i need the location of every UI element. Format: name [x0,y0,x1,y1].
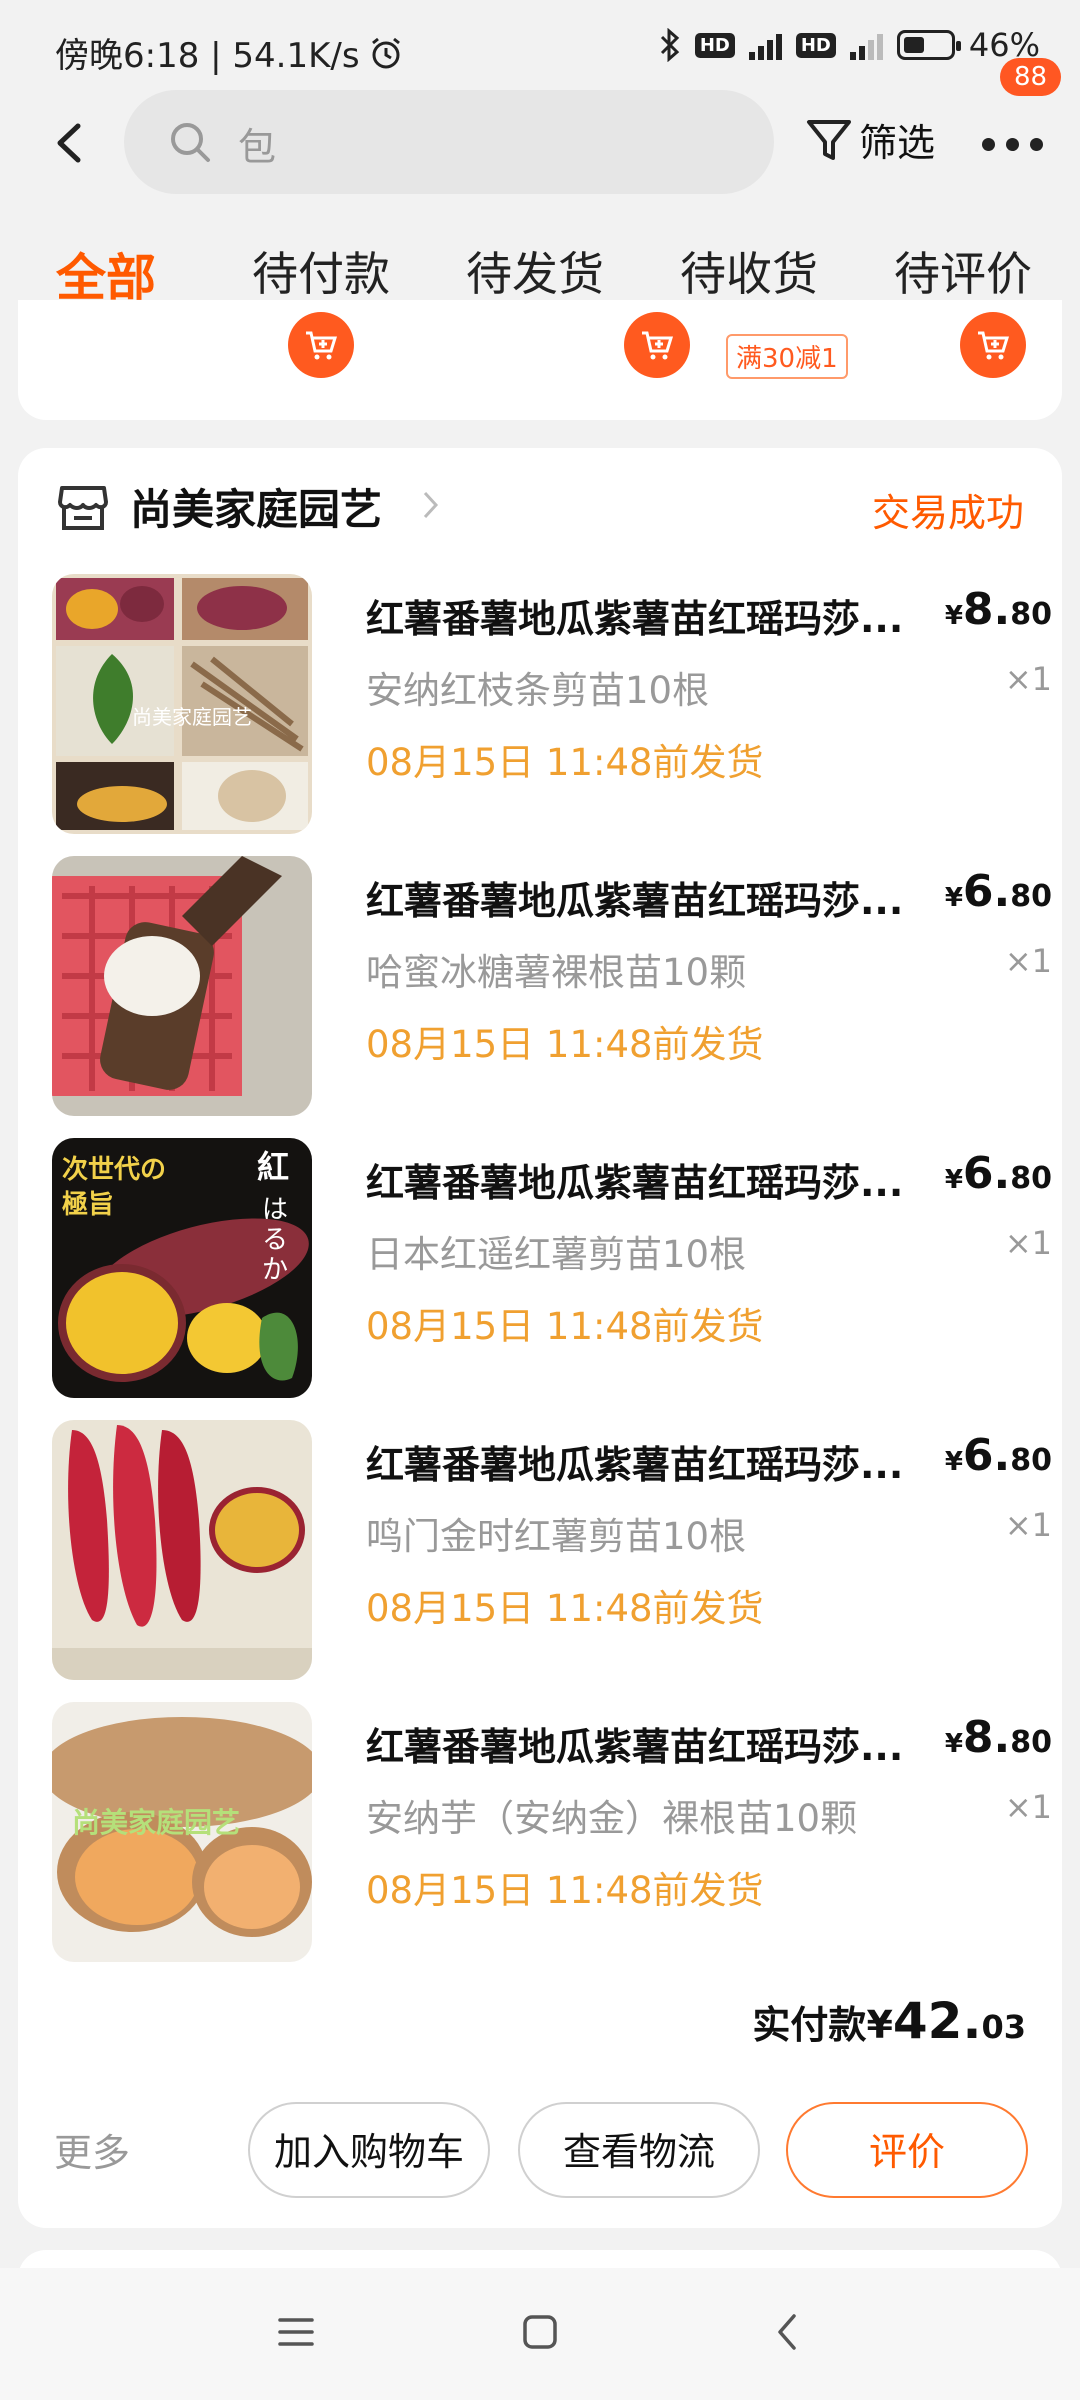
system-nav-bar [0,2268,1080,2400]
item-quantity: ×1 [1004,1788,1052,1826]
filter-icon [807,119,851,160]
shop-name[interactable]: 尚美家庭园艺 [130,476,382,537]
previous-order-card: 满30减1 [18,300,1062,420]
tab-pending-receipt[interactable]: 待收货 [680,238,818,304]
battery-icon [896,30,961,60]
search-header: 筛选 [0,88,1080,198]
item-price: ¥6.80 [944,1430,1052,1481]
bluetooth-icon [660,28,680,62]
tab-pending-shipment[interactable]: 待发货 [466,238,604,304]
item-price: ¥6.80 [944,1148,1052,1199]
more-menu-icon[interactable] [982,128,1044,158]
order-status: 交易成功 [871,491,1024,535]
svg-text:か: か [262,1255,288,1285]
add-to-cart-button[interactable]: 加入购物车 [248,2102,490,2198]
search-box[interactable] [124,90,774,194]
item-spec: 日本红遥红薯剪苗10根 [366,1233,747,1276]
product-image[interactable]: 次世代の 極旨 紅 は る か [52,1138,312,1398]
product-image[interactable]: 尚美家庭园艺 [52,1702,312,1962]
item-quantity: ×1 [1004,1506,1052,1544]
review-button[interactable]: 评价 [786,2102,1028,2198]
order-item[interactable]: 尚美家庭园艺 红薯番薯地瓜紫薯苗红瑶玛莎... 安纳红枝条剪苗10根 08月15… [52,574,1052,836]
status-time: 傍晚6:18 | 54.1K/s [55,36,360,76]
signal-icon [748,30,782,60]
svg-text:次世代の: 次世代の [62,1155,166,1185]
item-price: ¥8.80 [944,1712,1052,1763]
item-quantity: ×1 [1004,660,1052,698]
tab-pending-payment[interactable]: 待付款 [252,238,390,304]
alarm-icon [371,37,400,68]
item-title: 红薯番薯地瓜紫薯苗红瑶玛莎... [366,597,904,641]
svg-text:は: は [262,1195,288,1225]
item-spec: 鸣门金时红薯剪苗10根 [366,1515,747,1558]
item-title: 红薯番薯地瓜紫薯苗红瑶玛莎... [366,1443,904,1487]
filter-button[interactable]: 筛选 [805,112,935,167]
item-spec: 哈蜜冰糖薯裸根苗10颗 [366,951,747,994]
home-icon[interactable] [520,2312,560,2352]
chevron-right-icon[interactable] [420,488,442,522]
order-total: 实付款¥42.03 [752,1992,1026,2050]
total-label: 实付款 [752,2003,867,2047]
product-image[interactable] [52,1420,312,1680]
item-spec: 安纳红枝条剪苗10根 [366,669,710,712]
order-item[interactable]: 红薯番薯地瓜紫薯苗红瑶玛莎... 哈蜜冰糖薯裸根苗10颗 08月15日 11:4… [52,856,1052,1118]
svg-text:る: る [262,1225,288,1255]
tab-pending-review[interactable]: 待评价 [894,238,1032,304]
item-quantity: ×1 [1004,942,1052,980]
svg-text:尚美家庭园艺: 尚美家庭园艺 [132,705,252,729]
more-actions-link[interactable]: 更多 [54,2122,130,2177]
back-icon[interactable] [48,118,94,168]
svg-text:尚美家庭园艺: 尚美家庭园艺 [72,1806,240,1839]
item-spec: 安纳芋（安纳金）裸根苗10颗 [366,1797,858,1840]
item-ship-time: 08月15日 11:48前发货 [366,1587,764,1630]
product-image[interactable] [52,856,312,1116]
hd-badge-2: HD [795,32,836,58]
item-ship-time: 08月15日 11:48前发货 [366,1869,764,1912]
item-title: 红薯番薯地瓜紫薯苗红瑶玛莎... [366,1161,904,1205]
svg-text:紅: 紅 [257,1148,289,1186]
view-logistics-button[interactable]: 查看物流 [518,2102,760,2198]
add-to-cart-icon[interactable] [288,312,354,378]
item-title: 红薯番薯地瓜紫薯苗红瑶玛莎... [366,1725,904,1769]
search-icon [171,123,210,162]
item-quantity: ×1 [1004,1224,1052,1262]
order-item[interactable]: 红薯番薯地瓜紫薯苗红瑶玛莎... 鸣门金时红薯剪苗10根 08月15日 11:4… [52,1420,1052,1682]
item-ship-time: 08月15日 11:48前发货 [366,1305,764,1348]
hd-badge: HD [694,32,735,58]
item-price: ¥6.80 [944,866,1052,917]
order-card[interactable]: 尚美家庭园艺 交易成功 尚美家庭园艺 红薯番薯地瓜紫薯苗红瑶玛莎... 安纳红枝… [18,448,1062,2228]
menu-icon[interactable] [276,2312,316,2352]
order-item[interactable]: 次世代の 極旨 紅 は る か 红薯番薯地瓜紫薯苗红瑶玛莎... 日本红遥红薯剪… [52,1138,1052,1400]
shop-icon [58,486,108,530]
svg-text:極旨: 極旨 [62,1190,114,1220]
signal-icon-2 [849,30,883,60]
status-bar: 傍晚6:18 | 54.1K/s HD HD 46% [0,0,1080,100]
order-item[interactable]: 尚美家庭园艺 红薯番薯地瓜紫薯苗红瑶玛莎... 安纳芋（安纳金）裸根苗10颗 0… [52,1702,1052,1964]
promo-tag: 满30减1 [726,334,848,379]
item-ship-time: 08月15日 11:48前发货 [366,741,764,784]
item-title: 红薯番薯地瓜紫薯苗红瑶玛莎... [366,879,904,923]
back-nav-icon[interactable] [768,2312,808,2352]
search-input[interactable] [236,112,740,174]
filter-label: 筛选 [859,121,936,165]
message-count-badge: 88 [1000,58,1062,96]
item-ship-time: 08月15日 11:48前发货 [366,1023,764,1066]
product-image[interactable]: 尚美家庭园艺 [52,574,312,834]
add-to-cart-icon[interactable] [960,312,1026,378]
item-price: ¥8.80 [944,584,1052,635]
add-to-cart-icon[interactable] [624,312,690,378]
